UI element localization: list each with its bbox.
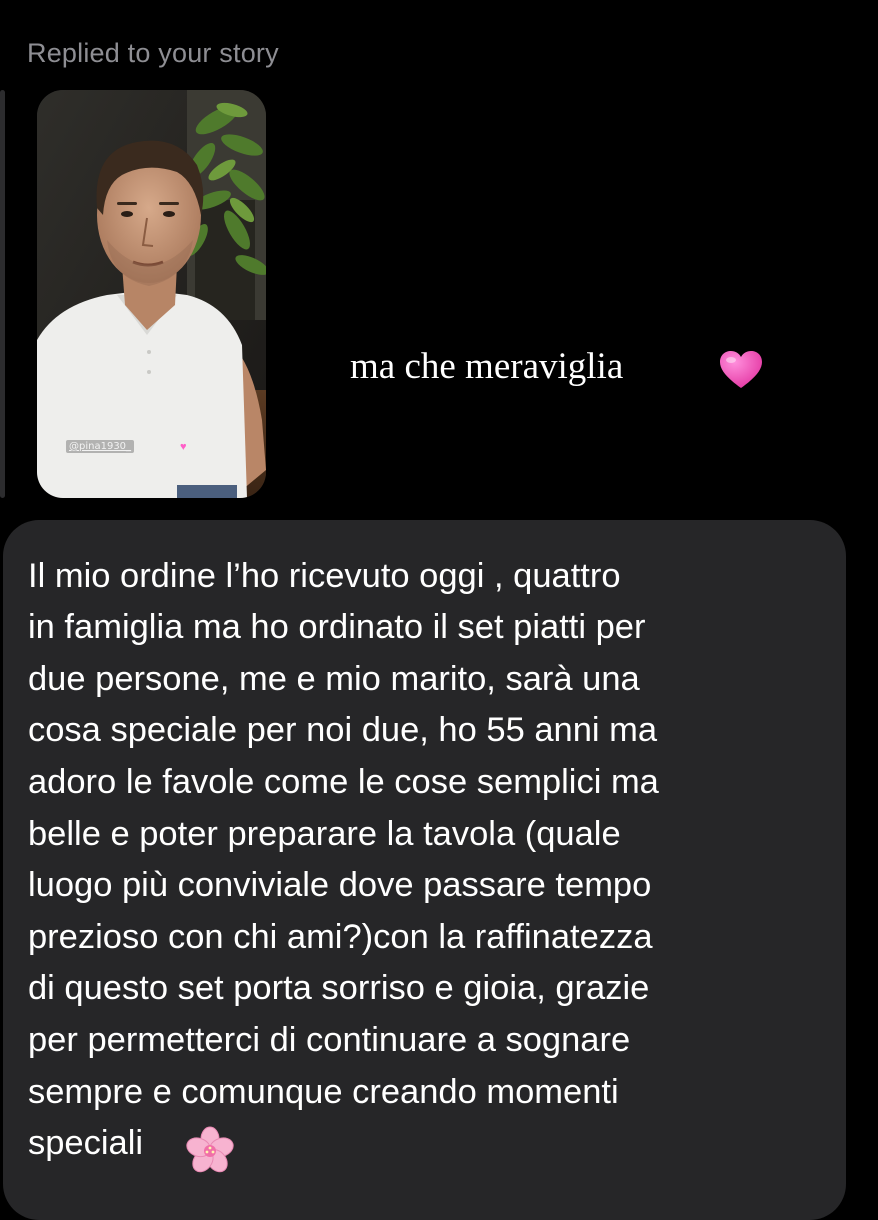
message-line: sempre e comunque creando momenti: [28, 1073, 619, 1111]
cherry-blossom-icon: [186, 1126, 234, 1173]
message-line: cosa speciale per noi due, ho 55 anni ma: [28, 711, 658, 749]
message-line: in famiglia ma ho ordinato il set piatti…: [28, 608, 646, 646]
pink-heart-icon: ♥: [180, 441, 187, 453]
reply-indicator-bar: [0, 90, 5, 498]
message-line: Il mio ordine l’ho ricevuto oggi , quatt…: [28, 557, 621, 595]
message-line: belle e poter preparare la tavola (quale: [28, 815, 621, 853]
story-thumbnail[interactable]: [37, 90, 266, 498]
message-line: adoro le favole come le cose semplici ma: [28, 763, 659, 801]
message-line: di questo set porta sorriso e gioia, gra…: [28, 969, 650, 1007]
reply-context-label: Replied to your story: [27, 38, 279, 68]
message-line: luogo più conviviale dove passare tempo: [28, 866, 652, 904]
story-mention-tag: @pina1930_: [66, 440, 135, 453]
story-photo: [37, 90, 266, 498]
message-line: prezioso con chi ami?)con la raffinatezz…: [28, 918, 653, 956]
pink-heart-emoji-icon: [720, 351, 762, 388]
message-line: speciali: [28, 1124, 144, 1162]
story-reply-message: ma che meraviglia: [350, 346, 624, 387]
message-line: per permetterci di continuare a sognare: [28, 1021, 631, 1059]
message-line: due persone, me e mio marito, sarà una: [28, 660, 640, 698]
